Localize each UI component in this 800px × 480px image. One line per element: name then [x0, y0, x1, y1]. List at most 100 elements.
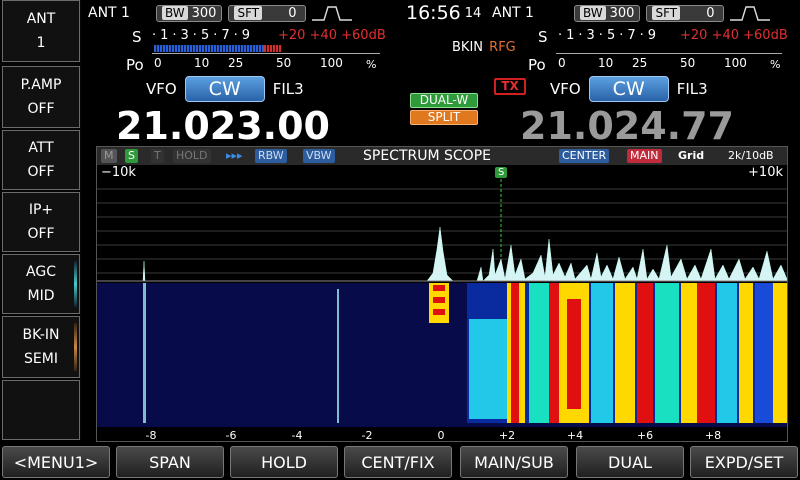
main-sft-key: SFT [234, 6, 263, 20]
main-sft-pill[interactable]: SFT 0 [228, 4, 307, 22]
main-mode-button[interactable]: CW [184, 76, 265, 102]
main-po-0: 0 [154, 56, 162, 70]
blank-button [2, 380, 80, 440]
sub-bw-key: BW [579, 6, 606, 20]
axis-tick-0: 0 [438, 429, 445, 441]
main-s-scale: ·1·3·5·7·9 [152, 28, 255, 43]
preamp-button[interactable]: P.AMP OFF [2, 66, 80, 128]
sub-po-unit: % [770, 58, 781, 71]
sub-bw-pill[interactable]: BW 300 [573, 4, 641, 22]
main-po-label: Po [126, 56, 144, 74]
sub-filter-shape-icon [730, 6, 771, 21]
hold-softkey[interactable]: HOLD [230, 446, 338, 478]
main-s-bar [154, 45, 278, 52]
clock-time: 16:56 [406, 2, 461, 24]
dual-softkey[interactable]: DUAL [576, 446, 684, 478]
main-vfo-row: VFO CW FIL3 [146, 76, 304, 102]
span-softkey[interactable]: SPAN [116, 446, 224, 478]
scope-status-bar: M S T HOLD ▸▸▸ RBW VBW SPECTRUM SCOPE CE… [97, 147, 787, 165]
scope-speed-icon: ▸▸▸ [226, 149, 243, 162]
main-sft-value: 0 [288, 5, 297, 21]
sub-sft-pill[interactable]: SFT 0 [646, 4, 725, 22]
bkin-indicator: BKIN [452, 40, 484, 55]
main-bw-pill[interactable]: BW 300 [155, 4, 223, 22]
preamp-value: OFF [27, 101, 55, 117]
scope-marker-badge: S [495, 167, 508, 178]
bkin-button[interactable]: BK-IN SEMI [2, 316, 80, 378]
ant-label: ANT [26, 11, 56, 27]
sub-s-scale: ·1·3·5·7·9 [558, 28, 661, 43]
main-filter-label[interactable]: FIL3 [273, 80, 304, 98]
clock-seconds: 14 [464, 5, 482, 21]
main-vfo-label: VFO [146, 80, 177, 98]
scope-right-edge: +10k [748, 165, 783, 180]
scope-graph[interactable]: -8 -6 -4 -2 0 +2 +4 +6 +8 [97, 179, 787, 441]
scope-flag-m: M [101, 149, 117, 163]
scope-flag-rbw: RBW [255, 149, 287, 163]
main-po-50: 50 [276, 56, 292, 70]
att-value: OFF [27, 164, 55, 180]
main-s-over-bar [264, 45, 282, 52]
tx-indicator: TX [494, 78, 526, 95]
main-sub-softkey[interactable]: MAIN/SUB [460, 446, 568, 478]
sub-header: ANT 1 BW 300 SFT 0 [492, 0, 771, 26]
sub-sft-value: 0 [706, 5, 715, 21]
sub-over-scale: +20 +40 +60dB [680, 28, 788, 43]
sub-filter-label[interactable]: FIL3 [677, 80, 708, 98]
sub-s-label: S [538, 28, 548, 46]
ipplus-label: IP+ [28, 202, 54, 218]
ipplus-value: OFF [27, 226, 55, 242]
agc-button[interactable]: AGC MID [2, 254, 80, 314]
att-button[interactable]: ATT OFF [2, 130, 80, 190]
axis-tick-m2: -2 [362, 429, 373, 441]
rfg-indicator: RFG [489, 40, 516, 55]
sub-po-100: 100 [724, 56, 747, 70]
scope-left-edge: −10k [101, 165, 136, 180]
scope-flag-t: T [151, 149, 164, 163]
split-indicator: SPLIT [410, 110, 478, 125]
bkin-rfg-status: BKIN RFG [452, 40, 516, 55]
agc-value: MID [27, 288, 55, 304]
function-panel: ANT 1 P.AMP OFF ATT OFF IP+ OFF AGC MID … [0, 0, 82, 440]
axis-tick-p8: +8 [705, 429, 721, 441]
sub-po-25: 25 [632, 56, 648, 70]
sub-po-50: 50 [680, 56, 696, 70]
scope-center-badge: CENTER [559, 149, 610, 163]
agc-label: AGC [26, 264, 56, 280]
scope-main-badge: MAIN [627, 149, 662, 163]
sub-po-label: Po [528, 56, 546, 74]
sub-bw-value: 300 [609, 5, 635, 21]
att-label: ATT [28, 140, 54, 156]
main-header: ANT 1 BW 300 SFT 0 [88, 0, 353, 26]
cent-fix-softkey[interactable]: CENT/FIX [344, 446, 452, 478]
sub-frequency[interactable]: 21.024.77 [520, 104, 734, 148]
spectrum-scope[interactable]: M S T HOLD ▸▸▸ RBW VBW SPECTRUM SCOPE CE… [96, 146, 788, 442]
expd-set-softkey[interactable]: EXPD/SET [690, 446, 798, 478]
menu1-softkey[interactable]: <MENU1> [2, 446, 110, 478]
main-po-unit: % [366, 58, 377, 71]
main-meter: S ·1·3·5·7·9 +20 +40 +60dB Po 0 10 25 50… [126, 28, 386, 74]
axis-tick-m4: -4 [292, 429, 303, 441]
sub-sft-key: SFT [652, 6, 681, 20]
main-filter-shape-icon [312, 6, 353, 21]
main-s-label: S [132, 28, 142, 46]
sub-vfo-row: VFO CW FIL3 [550, 76, 708, 102]
ipplus-button[interactable]: IP+ OFF [2, 192, 80, 252]
sub-po-0: 0 [558, 56, 566, 70]
sub-po-10: 10 [598, 56, 614, 70]
main-ant[interactable]: ANT 1 [88, 5, 130, 21]
axis-tick-p4: +4 [567, 429, 583, 441]
scope-span-label: 2k/10dB [728, 149, 774, 162]
main-bw-key: BW [161, 6, 188, 20]
axis-tick-p6: +6 [637, 429, 653, 441]
ant-button[interactable]: ANT 1 [2, 0, 80, 62]
main-po-100: 100 [320, 56, 343, 70]
sub-ant[interactable]: ANT 1 [492, 5, 534, 21]
bkin-value: SEMI [24, 351, 58, 367]
scope-flag-s: S [125, 149, 138, 163]
axis-tick-p2: +2 [499, 429, 515, 441]
main-frequency[interactable]: 21.023.00 [116, 104, 330, 148]
axis-tick-m8: -8 [146, 429, 157, 441]
sub-mode-button[interactable]: CW [588, 76, 669, 102]
preamp-label: P.AMP [20, 77, 62, 93]
